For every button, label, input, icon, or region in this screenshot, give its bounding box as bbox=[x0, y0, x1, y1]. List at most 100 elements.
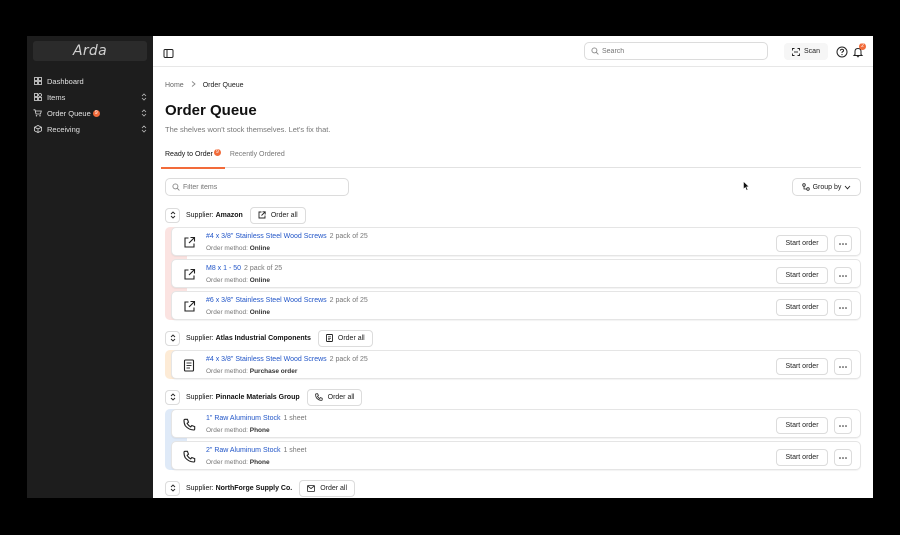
document-icon bbox=[180, 356, 198, 374]
app-logo: Arda bbox=[73, 43, 107, 59]
tab-badge: 9 bbox=[213, 149, 221, 156]
sidebar-toggle-icon[interactable] bbox=[163, 46, 174, 58]
collapse-toggle-icon[interactable] bbox=[165, 389, 180, 405]
item-quantity: 2 pack of 25 bbox=[329, 233, 368, 240]
order-method: Order method: Phone bbox=[206, 459, 270, 466]
external-link-icon bbox=[258, 211, 266, 219]
main-panel: Scan 2 Home Order Queue Order Queue The … bbox=[153, 36, 873, 498]
tab-label: Ready to Order bbox=[165, 151, 213, 158]
breadcrumb-current: Order Queue bbox=[202, 81, 244, 89]
filter-row: Group by bbox=[165, 178, 861, 197]
collapse-toggle-icon[interactable] bbox=[165, 480, 180, 496]
order-method: Order method: Online bbox=[206, 309, 270, 316]
start-order-button[interactable]: Start order bbox=[776, 417, 828, 434]
scan-icon bbox=[792, 47, 800, 56]
external-link-icon bbox=[180, 233, 198, 251]
more-options-icon[interactable] bbox=[834, 299, 852, 316]
supplier-group-amazon: #4 x 3/8" Stainless Steel Wood Screws 2 p… bbox=[165, 227, 861, 320]
external-link-icon bbox=[180, 297, 198, 315]
cart-icon bbox=[33, 109, 42, 118]
item-link[interactable]: #4 x 3/8" Stainless Steel Wood Screws bbox=[206, 356, 327, 363]
dashboard-icon bbox=[33, 77, 42, 86]
mouse-cursor-icon bbox=[743, 178, 750, 196]
page-title: Order Queue bbox=[165, 102, 257, 119]
phone-icon bbox=[314, 393, 323, 401]
sidebar-item-order-queue[interactable]: Order Queue 9 bbox=[27, 105, 153, 121]
group-icon bbox=[801, 183, 810, 191]
more-options-icon[interactable] bbox=[834, 235, 852, 252]
order-item-card: 1" Raw Aluminum Stock 1 sheet Order metho… bbox=[171, 409, 861, 438]
order-method: Order method: Phone bbox=[206, 427, 270, 434]
sidebar: Arda Dashboard Items Order Queue 9 Recei… bbox=[27, 36, 153, 498]
supplier-name: Supplier: Atlas Industrial Components bbox=[186, 334, 311, 342]
more-options-icon[interactable] bbox=[834, 417, 852, 434]
item-quantity: 2 pack of 25 bbox=[329, 356, 368, 363]
tab-recently-ordered[interactable]: Recently Ordered bbox=[230, 151, 285, 168]
order-all-button[interactable]: Order all bbox=[249, 206, 306, 224]
more-options-icon[interactable] bbox=[834, 449, 852, 466]
order-all-button[interactable]: Order all bbox=[299, 479, 356, 497]
chevron-updown-icon bbox=[141, 93, 147, 101]
page-subtitle: The shelves won't stock themselves. Let'… bbox=[165, 125, 331, 134]
supplier-group-pinnacle: 1" Raw Aluminum Stock 1 sheet Order metho… bbox=[165, 409, 861, 470]
page-content: Home Order Queue Order Queue The shelves… bbox=[153, 81, 873, 497]
supplier-group-atlas: #4 x 3/8" Stainless Steel Wood Screws 2 p… bbox=[165, 350, 861, 379]
sidebar-item-dashboard[interactable]: Dashboard bbox=[27, 73, 153, 89]
mail-icon bbox=[307, 484, 316, 492]
order-item-card: #4 x 3/8" Stainless Steel Wood Screws 2 p… bbox=[171, 350, 861, 379]
group-by-label: Group by bbox=[812, 183, 842, 191]
search-input[interactable] bbox=[602, 47, 752, 55]
breadcrumb: Home Order Queue bbox=[165, 81, 861, 89]
order-item-card: #6 x 3/8" Stainless Steel Wood Screws 2 p… bbox=[171, 291, 861, 320]
search-icon bbox=[172, 183, 180, 191]
collapse-toggle-icon[interactable] bbox=[165, 330, 180, 346]
item-link[interactable]: M8 x 1 - 50 bbox=[206, 265, 241, 272]
order-method: Order method: Online bbox=[206, 245, 270, 252]
supplier-header: Supplier: NorthForge Supply Co. Order al… bbox=[165, 479, 861, 497]
start-order-button[interactable]: Start order bbox=[776, 267, 828, 284]
item-quantity: 2 pack of 25 bbox=[329, 297, 368, 304]
chevron-updown-icon bbox=[141, 109, 147, 117]
item-link[interactable]: #6 x 3/8" Stainless Steel Wood Screws bbox=[206, 297, 327, 304]
order-method: Order method: Online bbox=[206, 277, 270, 284]
tab-ready-to-order[interactable]: Ready to Order 9 bbox=[161, 149, 225, 169]
search-box[interactable] bbox=[584, 42, 768, 60]
breadcrumb-home[interactable]: Home bbox=[165, 82, 184, 89]
supplier-header: Supplier: Atlas Industrial Components Or… bbox=[165, 329, 861, 347]
more-options-icon[interactable] bbox=[834, 267, 852, 284]
start-order-button[interactable]: Start order bbox=[776, 299, 828, 316]
collapse-toggle-icon[interactable] bbox=[165, 207, 180, 223]
help-icon[interactable] bbox=[836, 45, 848, 58]
more-options-icon[interactable] bbox=[834, 358, 852, 375]
order-item-card: #4 x 3/8" Stainless Steel Wood Screws 2 p… bbox=[171, 227, 861, 256]
item-link[interactable]: #4 x 3/8" Stainless Steel Wood Screws bbox=[206, 233, 327, 240]
start-order-button[interactable]: Start order bbox=[776, 449, 828, 466]
tab-label: Recently Ordered bbox=[229, 151, 285, 158]
supplier-header: Supplier: Pinnacle Materials Group Order… bbox=[165, 388, 861, 406]
item-quantity: 1 sheet bbox=[283, 447, 307, 454]
app-window: Arda Dashboard Items Order Queue 9 Recei… bbox=[27, 36, 873, 498]
start-order-button[interactable]: Start order bbox=[776, 235, 828, 252]
order-all-button[interactable]: Order all bbox=[317, 329, 373, 347]
scan-label: Scan bbox=[804, 48, 820, 55]
supplier-name: Supplier: Amazon bbox=[186, 211, 243, 219]
sidebar-item-items[interactable]: Items bbox=[27, 89, 153, 105]
item-link[interactable]: 2" Raw Aluminum Stock bbox=[206, 447, 280, 454]
start-order-button[interactable]: Start order bbox=[776, 358, 828, 375]
sidebar-item-receiving[interactable]: Receiving bbox=[27, 121, 153, 137]
chevron-updown-icon bbox=[141, 125, 147, 133]
order-item-card: 2" Raw Aluminum Stock 1 sheet Order metho… bbox=[171, 441, 861, 470]
logo-bar: Arda bbox=[33, 41, 147, 61]
filter-input[interactable] bbox=[183, 183, 333, 191]
supplier-name: Supplier: Pinnacle Materials Group bbox=[186, 393, 300, 401]
sidebar-item-label: Receiving bbox=[47, 124, 80, 134]
document-icon bbox=[325, 334, 333, 342]
box-icon bbox=[33, 125, 42, 134]
filter-box[interactable] bbox=[165, 178, 349, 196]
item-link[interactable]: 1" Raw Aluminum Stock bbox=[206, 415, 280, 422]
scan-button[interactable]: Scan bbox=[784, 43, 828, 60]
sidebar-item-label: Order Queue bbox=[47, 108, 91, 118]
group-by-button[interactable]: Group by bbox=[792, 178, 861, 196]
order-all-button[interactable]: Order all bbox=[306, 388, 363, 406]
notification-badge: 2 bbox=[859, 43, 866, 50]
